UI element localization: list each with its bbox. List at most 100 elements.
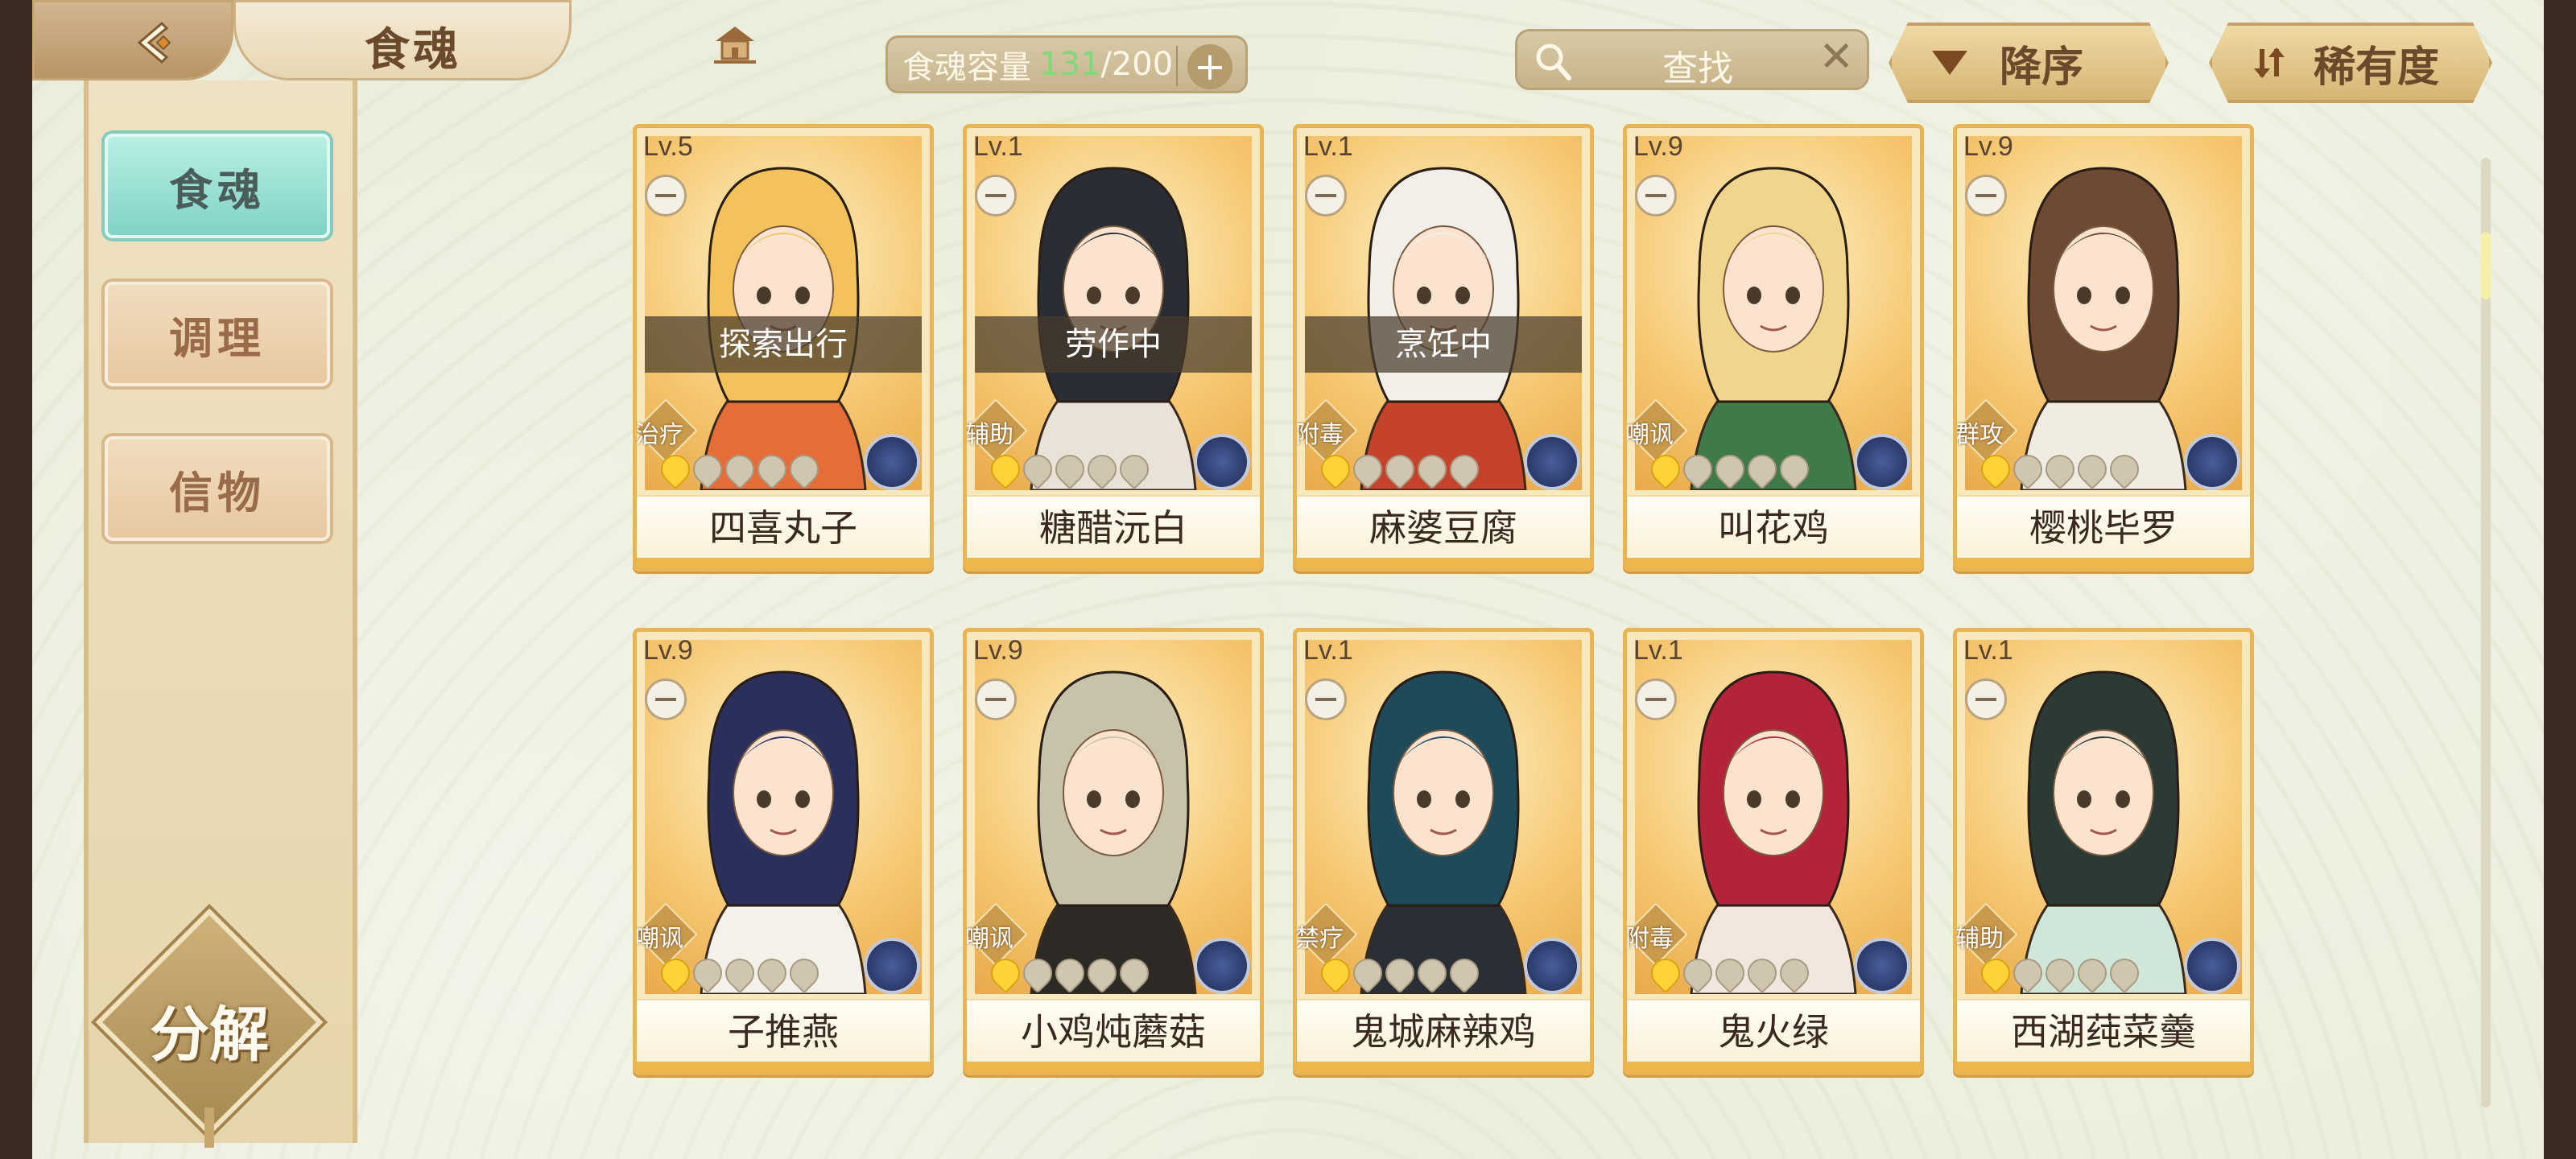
element-emblem-icon (1854, 938, 1910, 994)
add-capacity-button[interactable]: + (1187, 44, 1232, 89)
card-bottom-edge (1627, 1062, 1920, 1071)
search-label: 查找 (1662, 48, 1733, 89)
level-label: Lv.1 (1633, 635, 1683, 666)
character-name: 四喜丸子 (637, 495, 930, 559)
star-rating (1645, 448, 1815, 490)
character-name: 鬼火绿 (1627, 999, 1920, 1063)
tab-food-souls[interactable]: 食魂 (105, 134, 330, 238)
capacity-current: 131 (1039, 46, 1101, 83)
scrollbar-track[interactable] (2481, 158, 2491, 1107)
star-icon (2039, 448, 2081, 490)
role-label: 辅助 (1955, 925, 2004, 953)
search-icon (1536, 43, 1571, 80)
role-label: 辅助 (965, 421, 1013, 449)
lock-toggle-icon[interactable] (1635, 678, 1677, 720)
tab-conditioning[interactable]: 调理 (105, 282, 330, 386)
card-bottom-edge (637, 1062, 930, 1071)
star-icon (1017, 952, 1059, 994)
food-soul-card[interactable]: Lv.1 附毒鬼火绿 (1623, 628, 1924, 1075)
lock-toggle-icon[interactable] (1965, 175, 2007, 217)
star-icon (1113, 952, 1155, 994)
scrollbar-thumb[interactable] (2481, 232, 2491, 299)
level-label: Lv.9 (1963, 131, 2013, 162)
element-emblem-icon (2184, 434, 2240, 490)
food-soul-card[interactable]: Lv.9 嘲讽 叫花鸡 (1623, 124, 1924, 571)
level-label: Lv.1 (1963, 635, 2013, 666)
status-overlay: 探索出行 (645, 316, 922, 373)
level-label: Lv.1 (1303, 635, 1353, 666)
star-icon (687, 952, 729, 994)
card-bottom-edge (1957, 1062, 2250, 1071)
food-soul-card[interactable]: Lv.1 劳作中 辅助 糖醋沅白 (963, 124, 1264, 571)
page-title: 食魂 (365, 23, 461, 76)
star-icon (1773, 952, 1815, 994)
lock-toggle-icon[interactable] (975, 175, 1017, 217)
role-label: 附毒 (1625, 925, 1674, 953)
decompose-button[interactable]: 分解 (95, 908, 324, 1148)
card-bottom-edge (637, 558, 930, 567)
lock-toggle-icon[interactable] (1305, 175, 1347, 217)
star-rating (654, 952, 825, 994)
lock-toggle-icon[interactable] (645, 175, 687, 217)
food-soul-card[interactable]: Lv.1 辅助西湖莼菜羹 (1953, 628, 2254, 1075)
role-label: 嘲讽 (1625, 421, 1674, 449)
food-soul-card[interactable]: Lv.5 探索出行 治疗 四喜丸子 (633, 124, 934, 571)
star-rating (654, 448, 825, 490)
status-overlay: 劳作中 (975, 316, 1252, 373)
character-name: 糖醋沅白 (967, 495, 1260, 559)
character-name: 西湖莼菜羹 (1957, 999, 2250, 1063)
star-icon (985, 952, 1026, 994)
star-icon (1049, 952, 1091, 994)
star-icon (2007, 448, 2049, 490)
star-icon (1081, 952, 1123, 994)
role-label: 群攻 (1955, 421, 2004, 449)
sort-field-button[interactable]: 稀有度 (2209, 23, 2492, 103)
character-name: 小鸡炖蘑菇 (967, 999, 1260, 1063)
food-soul-card[interactable]: Lv.9 嘲讽 小鸡炖蘑菇 (963, 628, 1264, 1075)
lock-toggle-icon[interactable] (645, 678, 687, 720)
sort-order-label: 降序 (2000, 43, 2084, 92)
status-overlay: 烹饪中 (1305, 316, 1582, 373)
lock-toggle-icon[interactable] (1305, 678, 1347, 720)
star-icon (2039, 952, 2081, 994)
role-label: 嘲讽 (635, 925, 683, 953)
element-emblem-icon (2184, 938, 2240, 994)
lock-toggle-icon[interactable] (975, 678, 1017, 720)
star-icon (1347, 448, 1389, 490)
card-bottom-edge (967, 1062, 1260, 1071)
role-label: 禁疗 (1295, 925, 1344, 953)
star-rating (1645, 952, 1815, 994)
star-icon (2071, 448, 2113, 490)
lock-toggle-icon[interactable] (1965, 678, 2007, 720)
search-box[interactable]: 查找 ✕ (1515, 29, 1869, 90)
element-emblem-icon (864, 434, 920, 490)
home-icon[interactable] (711, 20, 759, 68)
star-icon (2103, 448, 2145, 490)
back-button[interactable] (32, 0, 233, 80)
level-label: Lv.1 (1303, 131, 1353, 162)
star-icon (1677, 952, 1719, 994)
food-soul-card[interactable]: Lv.1 禁疗 鬼城麻辣鸡 (1293, 628, 1594, 1075)
game-screen: 食魂 食魂容量 131 / 200 + 查找 ✕ 降序 稀有度 食魂 调理 信物… (32, 0, 2544, 1159)
star-icon (654, 952, 696, 994)
food-soul-card[interactable]: Lv.9 群攻 樱桃毕罗 (1953, 124, 2254, 571)
role-label: 嘲讽 (965, 925, 1013, 953)
clear-search-button[interactable]: ✕ (1818, 36, 1854, 78)
capacity-max: 200 (1111, 46, 1174, 83)
card-bottom-edge (1297, 558, 1590, 567)
star-rating (985, 448, 1155, 490)
lock-toggle-icon[interactable] (1635, 175, 1677, 217)
food-soul-card[interactable]: Lv.1 烹饪中 附毒 麻婆豆腐 (1293, 124, 1594, 571)
food-soul-card[interactable]: Lv.9 嘲讽 子推燕 (633, 628, 934, 1075)
element-emblem-icon (864, 938, 920, 994)
star-icon (985, 448, 1026, 490)
element-emblem-icon (1194, 938, 1250, 994)
star-icon (1709, 448, 1751, 490)
star-icon (1975, 448, 2017, 490)
star-icon (2103, 952, 2145, 994)
sort-order-button[interactable]: 降序 (1889, 23, 2169, 103)
tassel-decoration (204, 1107, 214, 1148)
tab-tokens[interactable]: 信物 (105, 436, 330, 541)
star-icon (1347, 952, 1389, 994)
capacity-label: 食魂容量 (902, 49, 1031, 86)
